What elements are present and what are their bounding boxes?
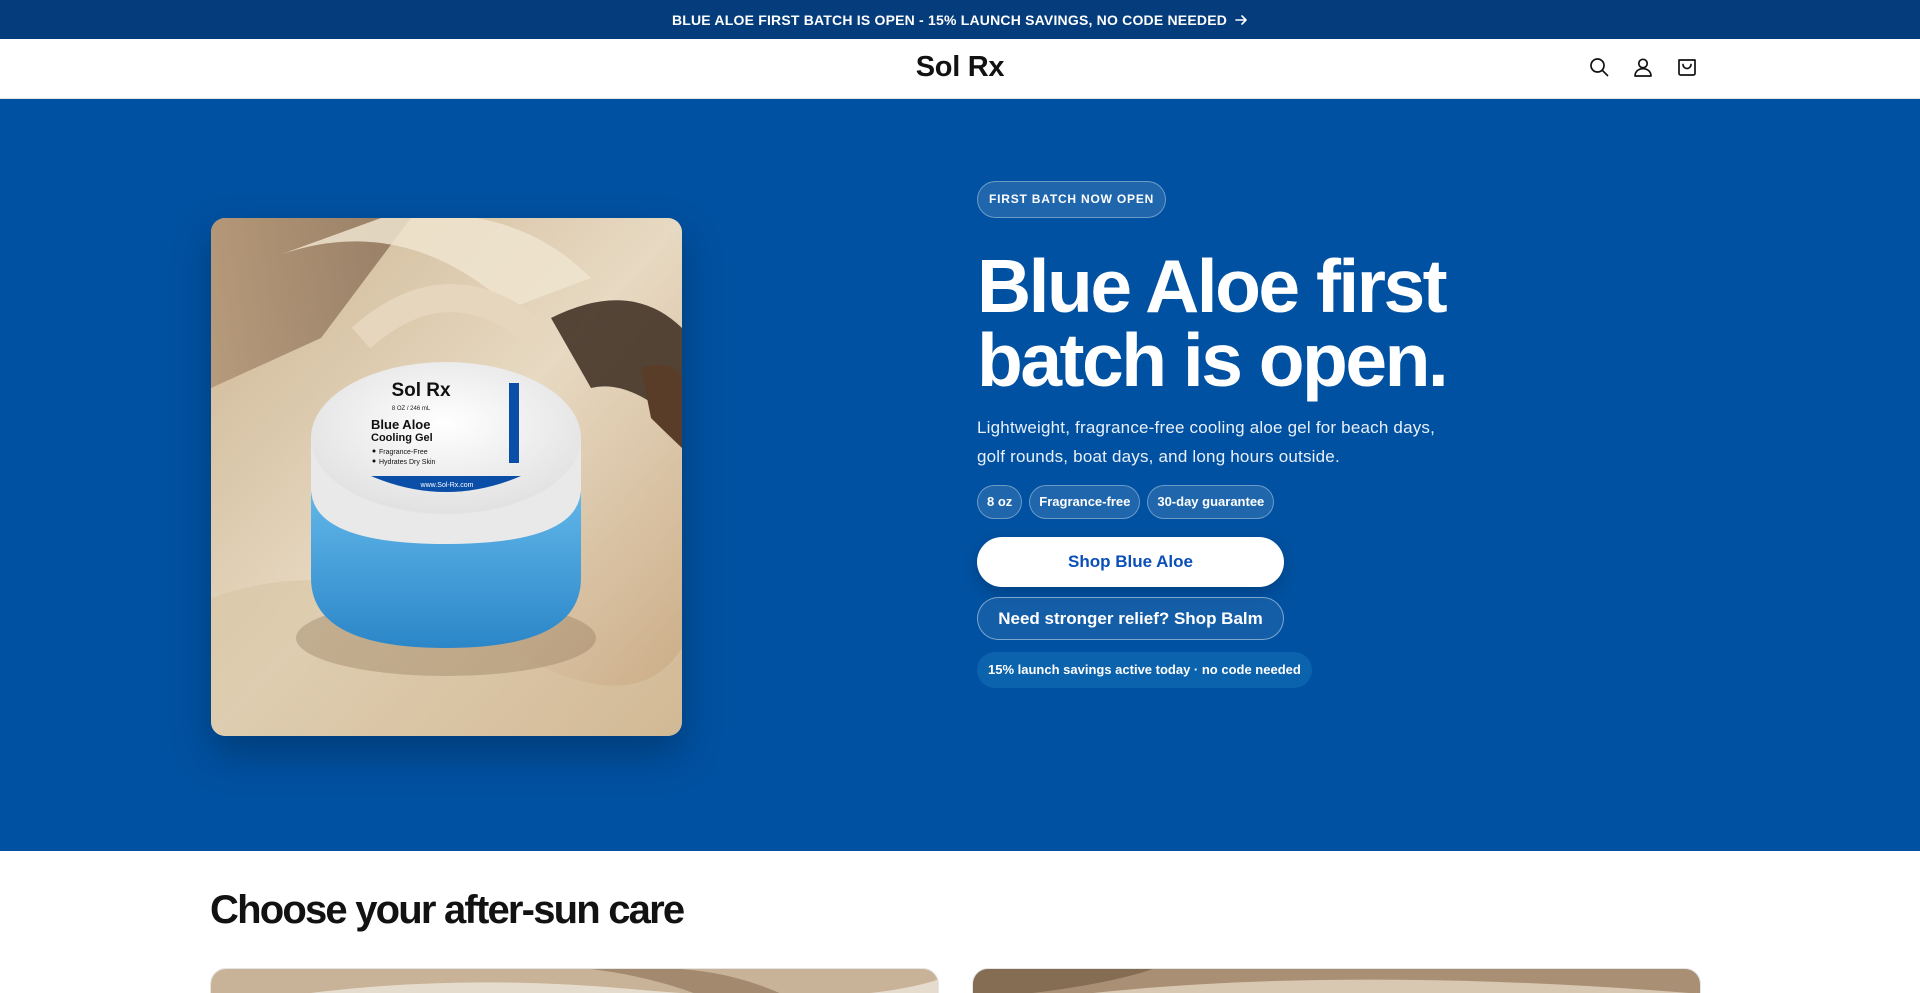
savings-note: 15% launch savings active today · no cod… (977, 652, 1312, 688)
pill-fragrance-free: Fragrance-free (1029, 485, 1141, 519)
cart-icon[interactable] (1674, 54, 1700, 80)
feature-pills: 8 oz Fragrance-free 30-day guarantee (977, 485, 1577, 519)
arrow-right-icon (1235, 14, 1248, 26)
site-logo[interactable]: Sol Rx (916, 51, 1005, 83)
announcement-bar[interactable]: BLUE ALOE FIRST BATCH IS OPEN - 15% LAUN… (0, 0, 1920, 39)
hero-section: Sol Rx 8 OZ / 246 mL Blue Aloe Cooling G… (0, 99, 1920, 851)
announcement-text: BLUE ALOE FIRST BATCH IS OPEN - 15% LAUN… (671, 11, 1228, 28)
pill-size: 8 oz (977, 485, 1023, 519)
label-bullet-2: Hydrates Dry Skin (379, 459, 436, 466)
product-card-2[interactable] (972, 968, 1701, 993)
product-card-1[interactable] (210, 968, 939, 993)
shop-blue-aloe-button[interactable]: Shop Blue Aloe (977, 537, 1284, 587)
label-url: www.Sol-Rx.com (420, 482, 474, 489)
shop-balm-button[interactable]: Need stronger relief? Shop Balm (977, 597, 1284, 640)
pill-guarantee: 30-day guarantee (1147, 485, 1275, 519)
label-bullet-1: Fragrance-Free (379, 449, 428, 456)
hero-subtext: Lightweight, fragrance-free cooling aloe… (977, 418, 1436, 466)
section-title: Choose your after-sun care (210, 888, 685, 932)
label-brand: Sol Rx (391, 380, 451, 401)
label-size: 8 OZ / 246 mL (392, 406, 431, 412)
account-icon[interactable] (1630, 54, 1656, 80)
search-icon[interactable] (1586, 54, 1612, 80)
site-header: Sol Rx (0, 39, 1920, 99)
header-icons (1586, 54, 1700, 80)
hero-headline: Blue Aloe first batch is open. (977, 244, 1449, 402)
hero-content: FIRST BATCH NOW OPEN Blue Aloe first bat… (977, 181, 1577, 688)
eyebrow-badge: FIRST BATCH NOW OPEN (977, 181, 1167, 218)
label-name-1: Blue Aloe (371, 417, 430, 432)
label-name-2: Cooling Gel (371, 432, 433, 444)
product-image: Sol Rx 8 OZ / 246 mL Blue Aloe Cooling G… (211, 218, 682, 736)
